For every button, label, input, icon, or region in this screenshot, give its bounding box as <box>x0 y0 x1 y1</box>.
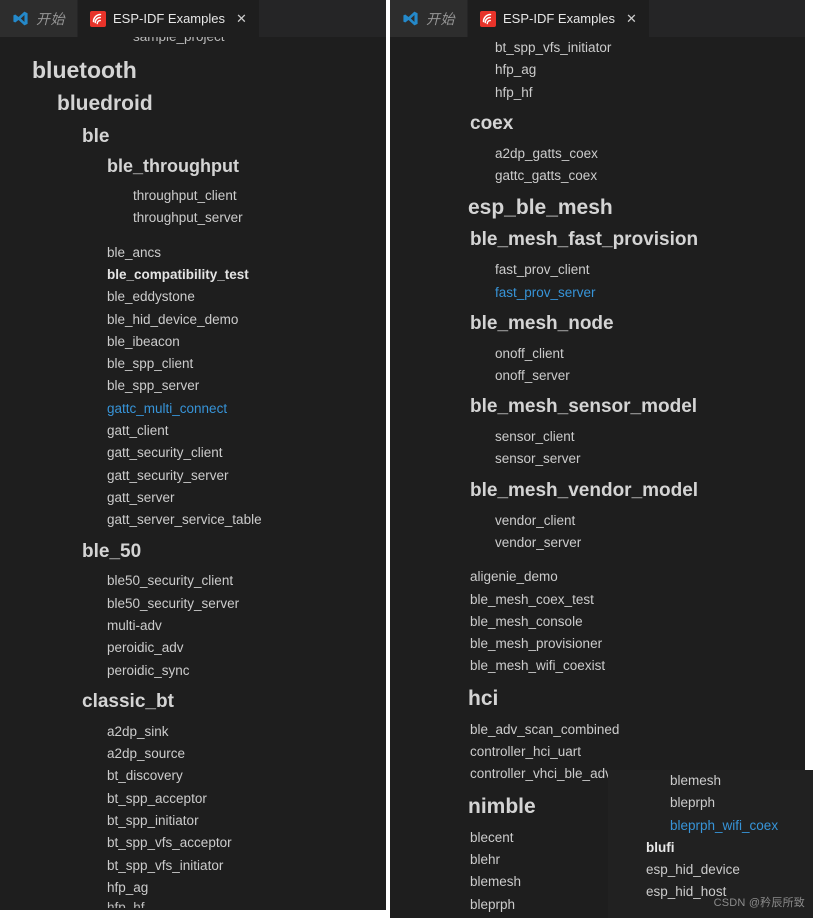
example-item: gatt_security_client <box>107 445 223 461</box>
tab-bar-empty-space <box>259 0 386 37</box>
example-item: peroidic_sync <box>107 662 190 678</box>
example-item: bt_spp_vfs_acceptor <box>107 835 232 851</box>
window-divider <box>386 0 390 918</box>
example-item: vendor_server <box>495 534 582 550</box>
tab-bar-right: 开始 ESP-IDF Examples ✕ <box>390 0 813 37</box>
example-item: onoff_client <box>495 345 564 361</box>
example-item: ble50_security_server <box>107 595 240 611</box>
section-heading-h3: ble_mesh_node <box>470 312 614 334</box>
example-item: ble_mesh_coex_test <box>470 591 594 607</box>
example-item: ble_spp_server <box>107 378 200 394</box>
close-icon[interactable]: ✕ <box>626 12 637 25</box>
tab-start[interactable]: 开始 <box>0 0 78 37</box>
example-item: gatt_server <box>107 489 175 505</box>
example-item: controller_hci_uart <box>470 744 582 760</box>
example-item: ble50_security_client <box>107 573 234 589</box>
section-heading-h3: ble_mesh_sensor_model <box>470 396 698 418</box>
section-heading-h2: hci <box>468 686 499 710</box>
overlay-example-item: esp_hid_device <box>646 862 740 878</box>
example-item: a2dp_source <box>107 746 186 762</box>
overlay-item-list: blemesh bleprph bleprph_wifi_coexblufi esp_… <box>608 770 813 904</box>
clipped-item-sample-project: sample_project <box>133 37 386 48</box>
example-item: sensor_server <box>495 451 581 467</box>
section-heading-h3: coex <box>470 112 514 134</box>
example-item: ble_compatibility_test <box>107 267 249 282</box>
overlay-example-item: blemesh <box>670 773 722 788</box>
example-item: ble_mesh_provisioner <box>470 636 603 652</box>
example-item: bt_discovery <box>107 768 183 784</box>
example-link[interactable]: gattc_multi_connect <box>107 398 386 420</box>
examples-tree-left: sample_project bluetooth bluedroid ble ble_… <box>0 37 386 908</box>
example-item: hfp_ag <box>495 62 537 78</box>
tab-esp-idf-examples-right[interactable]: ESP-IDF Examples ✕ <box>468 0 650 37</box>
example-item: bt_spp_initiator <box>107 812 199 828</box>
overlay-example-item: bleprph <box>670 795 716 811</box>
tab-esp-idf-examples-right-label: ESP-IDF Examples <box>503 11 615 26</box>
editor-window-left: 开始 ESP-IDF Examples ✕ sample_project blu… <box>0 0 386 910</box>
section-heading-h3: ble_50 <box>82 540 142 562</box>
clipped-item-hfp-hf: hfp_hf <box>107 900 145 909</box>
right-window-right-edge <box>805 0 813 770</box>
tab-esp-idf-examples-label: ESP-IDF Examples <box>113 11 225 26</box>
example-item: hfp_ag <box>107 879 149 895</box>
example-item: gatt_security_server <box>107 467 229 483</box>
left-window-bottom-edge <box>0 910 386 918</box>
example-item: ble_mesh_wifi_coexist <box>470 658 606 674</box>
tab-bar-empty-space <box>649 0 813 37</box>
example-item: throughput_client <box>133 188 237 204</box>
example-item: vendor_client <box>495 512 576 528</box>
left-panel-block-list: bluetooth bluedroid ble ble_throughputthrou… <box>0 57 386 899</box>
section-heading-h3: ble_mesh_fast_provision <box>470 229 699 251</box>
vscode-logo-icon <box>402 10 419 27</box>
example-item: gattc_gatts_coex <box>495 168 598 184</box>
example-item: gatt_server_service_table <box>107 512 262 528</box>
overlay-example-item: blufi <box>646 839 675 855</box>
section-heading-h3: ble_mesh_vendor_model <box>470 479 699 501</box>
example-item: bt_spp_vfs_initiator <box>107 857 224 873</box>
example-item: a2dp_gatts_coex <box>495 145 598 161</box>
example-item: fast_prov_client <box>495 262 590 278</box>
tab-start-right[interactable]: 开始 <box>390 0 468 37</box>
watermark-text: CSDN @矜辰所致 <box>713 897 805 909</box>
example-item: a2dp_sink <box>107 723 169 739</box>
section-heading-h3: classic_bt <box>82 690 174 712</box>
section-heading-h2: bluedroid <box>57 92 153 116</box>
example-item: throughput_server <box>133 210 243 226</box>
example-link[interactable]: fast_prov_server <box>495 282 813 304</box>
tab-start-right-label: 开始 <box>426 10 455 27</box>
tab-bar-left: 开始 ESP-IDF Examples ✕ <box>0 0 386 37</box>
example-item: ble_hid_device_demo <box>107 311 239 327</box>
overlay-example-link[interactable]: bleprph_wifi_coex <box>670 815 813 837</box>
example-item: ble_spp_client <box>107 356 194 372</box>
section-heading-h2: esp_ble_mesh <box>468 196 613 220</box>
vscode-logo-icon <box>12 10 29 27</box>
section-heading-h3: ble <box>82 125 110 147</box>
example-item: ble_ancs <box>107 244 162 260</box>
tab-esp-idf-examples[interactable]: ESP-IDF Examples ✕ <box>78 0 260 37</box>
example-item: multi-adv <box>107 618 162 633</box>
example-item: ble_ibeacon <box>107 333 180 349</box>
espidf-icon <box>90 10 106 27</box>
example-item: peroidic_adv <box>107 640 184 656</box>
example-item: ble_adv_scan_combined <box>470 721 620 737</box>
example-item: ble_eddystone <box>107 289 195 305</box>
example-item: hfp_hf <box>495 84 533 100</box>
example-item: onoff_server <box>495 368 570 384</box>
espidf-icon <box>480 10 496 27</box>
tab-start-label: 开始 <box>36 10 65 27</box>
section-heading-h4: ble_throughput <box>107 156 239 177</box>
example-item: bt_spp_vfs_initiator <box>495 40 612 55</box>
example-item: gatt_client <box>107 423 169 439</box>
section-heading-h1: bluetooth <box>32 57 137 83</box>
example-item: bt_spp_acceptor <box>107 790 207 806</box>
example-item: ble_mesh_console <box>470 613 583 629</box>
example-item: sensor_client <box>495 429 575 445</box>
close-icon[interactable]: ✕ <box>236 12 247 25</box>
example-item: aligenie_demo <box>470 569 558 585</box>
